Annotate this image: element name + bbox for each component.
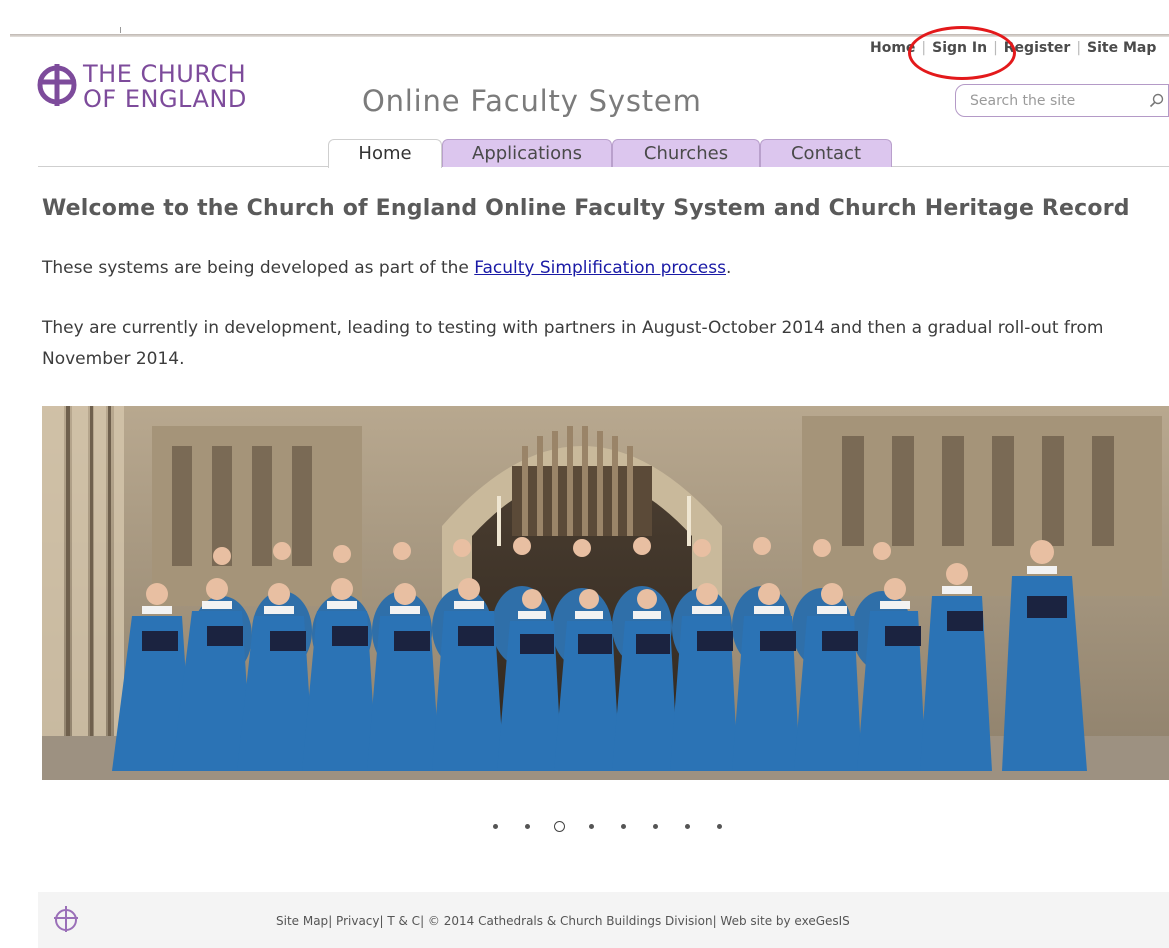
site-map-link[interactable]: Site Map — [1087, 40, 1156, 56]
tab-churches[interactable]: Churches — [612, 139, 760, 167]
top-tick — [120, 27, 121, 33]
tab-applications[interactable]: Applications — [442, 139, 612, 167]
intro-suffix: . — [725, 258, 732, 278]
site-title: Online Faculty System — [362, 84, 702, 118]
logo-line-2: OF ENGLAND — [83, 85, 247, 113]
carousel-dot[interactable] — [679, 818, 695, 834]
footer-separator: | — [420, 914, 428, 928]
carousel-image-choir[interactable] — [42, 406, 1169, 780]
utility-separator: | — [1076, 40, 1082, 56]
footer-terms-link[interactable]: T & C — [387, 914, 420, 928]
sign-in-annotation-circle — [908, 26, 1016, 80]
footer-credit-link[interactable]: Web site by exeGesIS — [720, 914, 849, 928]
carousel-pager — [487, 818, 743, 834]
carousel-dot-active[interactable] — [551, 818, 567, 834]
faculty-simplification-link[interactable]: Faculty Simplification process — [474, 258, 726, 278]
main-tabs: Home Applications Churches Contact — [328, 139, 892, 168]
page-heading: Welcome to the Church of England Online … — [42, 196, 1130, 221]
intro-paragraph: These systems are being developed as par… — [42, 258, 731, 278]
cross-logo-icon — [37, 64, 77, 106]
tab-contact[interactable]: Contact — [760, 139, 892, 167]
choir-photo — [42, 406, 1169, 780]
intro-prefix: These systems are being developed as par… — [42, 258, 475, 278]
tab-home[interactable]: Home — [328, 139, 442, 168]
search-box — [955, 84, 1169, 117]
carousel-dot[interactable] — [647, 818, 663, 834]
carousel-dot[interactable] — [583, 818, 599, 834]
cross-logo-icon — [54, 906, 78, 932]
footer-links: Site Map| Privacy| T & C| © 2014 Cathedr… — [276, 914, 850, 928]
footer: Site Map| Privacy| T & C| © 2014 Cathedr… — [38, 892, 1169, 948]
status-paragraph: They are currently in development, leadi… — [42, 318, 1104, 369]
search-icon[interactable] — [1149, 93, 1164, 108]
footer-copyright: © 2014 Cathedrals & Church Buildings Div… — [427, 914, 713, 928]
search-input[interactable] — [968, 90, 1142, 112]
footer-privacy-link[interactable]: Privacy — [336, 914, 379, 928]
carousel-dot[interactable] — [711, 818, 727, 834]
carousel-dot[interactable] — [519, 818, 535, 834]
footer-separator: | — [328, 914, 337, 928]
logo-wordmark: THE CHURCH OF ENGLAND — [83, 62, 247, 112]
carousel-dot[interactable] — [615, 818, 631, 834]
logo-line-1: THE CHURCH — [83, 60, 247, 88]
footer-site-map-link[interactable]: Site Map — [276, 914, 328, 928]
carousel-dot[interactable] — [487, 818, 503, 834]
